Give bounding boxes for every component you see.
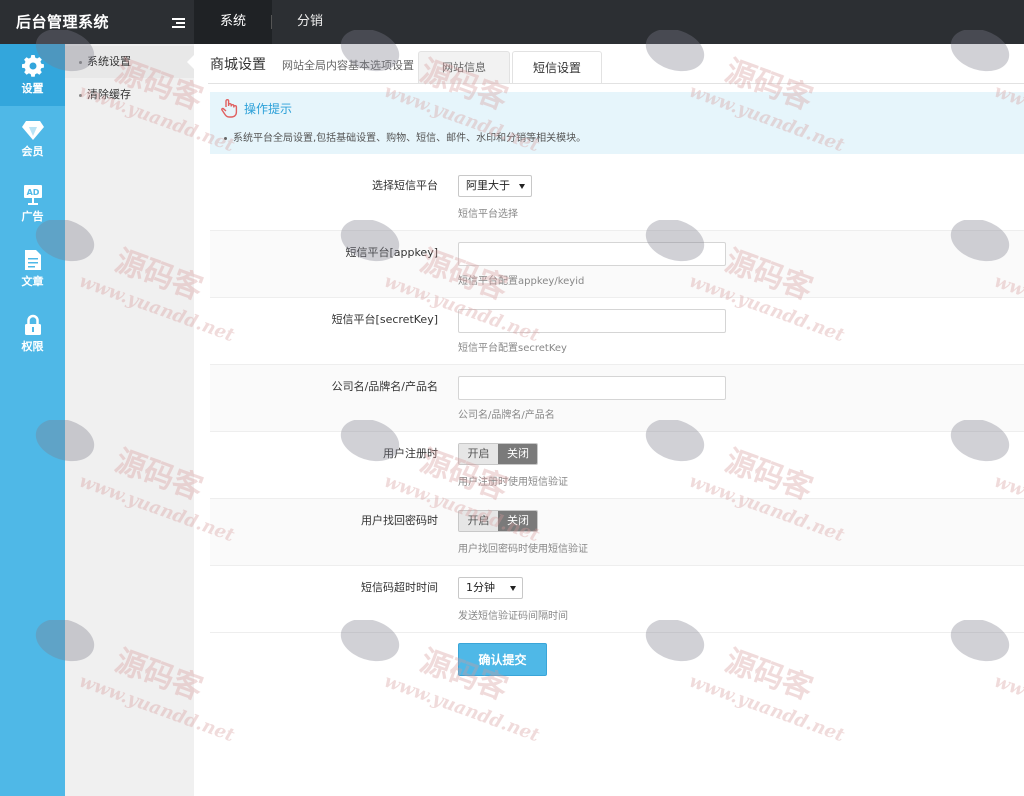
timeout-select-value: 1分钟 (466, 581, 495, 594)
tips-text-line: 系统平台全局设置,包括基础设置、购物、短信、邮件、水印和分销等相关模块。 (224, 129, 586, 144)
recover-help: 用户找回密码时使用短信验证 (458, 544, 588, 555)
sidebar-item-members[interactable]: 会员 (0, 109, 65, 171)
form-row-appkey: 短信平台[appkey] 短信平台配置appkey/keyid (210, 231, 1024, 298)
form-row-register: 用户注册时 开启 关闭 用户注册时使用短信验证 (210, 432, 1024, 499)
bullet-icon (224, 136, 227, 140)
submit-button[interactable]: 确认提交 (458, 643, 547, 676)
sidebar-item-label: 文章 (21, 275, 44, 288)
form-row-company: 公司名/品牌名/产品名 公司名/品牌名/产品名 (210, 365, 1024, 432)
icon-sidebar: 设置 会员 AD 广告 文章 权限 (0, 44, 65, 796)
ad-icon: AD (23, 185, 42, 205)
brand: 后台管理系统 (0, 0, 194, 44)
register-on-button[interactable]: 开启 (459, 444, 498, 464)
sidebar-item-label: 权限 (21, 340, 44, 353)
submenu-item-label: 系统设置 (87, 55, 131, 68)
platform-help: 短信平台选择 (458, 209, 518, 220)
bullet-icon (79, 60, 82, 64)
submenu-item-clear-cache[interactable]: 清除缓存 (65, 79, 194, 111)
diamond-icon (21, 121, 44, 140)
register-help: 用户注册时使用短信验证 (458, 477, 568, 488)
form-row-recover: 用户找回密码时 开启 关闭 用户找回密码时使用短信验证 (210, 499, 1024, 566)
tips-panel: 操作提示 系统平台全局设置,包括基础设置、购物、短信、邮件、水印和分销等相关模块… (210, 92, 1024, 154)
secret-label: 短信平台[secretKey] (331, 313, 438, 326)
app-title: 后台管理系统 (16, 13, 110, 31)
submenu-item-label: 清除缓存 (87, 88, 131, 101)
topnav-system[interactable]: 系统 (194, 0, 272, 44)
sidebar-item-settings[interactable]: 设置 (0, 44, 65, 106)
submenu: 系统设置 清除缓存 (65, 44, 194, 796)
submenu-item-system-settings[interactable]: 系统设置 (65, 46, 194, 78)
lock-icon (24, 314, 41, 335)
tips-title: 操作提示 (244, 102, 293, 116)
chevron-down-icon (519, 184, 525, 189)
sidebar-item-permissions[interactable]: 权限 (0, 304, 65, 366)
company-input[interactable] (458, 376, 726, 400)
form-row-timeout: 短信码超时时间 1分钟 发送短信验证码间隔时间 (210, 566, 1024, 633)
timeout-select[interactable]: 1分钟 (458, 577, 523, 599)
form-row-platform: 选择短信平台 阿里大于 短信平台选择 (210, 164, 1024, 231)
company-label: 公司名/品牌名/产品名 (331, 380, 438, 393)
tab-site-info[interactable]: 网站信息 (418, 51, 510, 83)
form-row-secret: 短信平台[secretKey] 短信平台配置secretKey (210, 298, 1024, 365)
secret-input[interactable] (458, 309, 726, 333)
sidebar-item-label: 广告 (21, 210, 44, 223)
platform-label: 选择短信平台 (372, 179, 438, 192)
tab-sms-settings[interactable]: 短信设置 (512, 51, 602, 84)
page-subtitle: 网站全局内容基本选项设置 (282, 59, 414, 72)
secret-help: 短信平台配置secretKey (458, 343, 567, 354)
register-off-button[interactable]: 关闭 (498, 444, 537, 464)
page-title: 商城设置 (210, 57, 266, 73)
timeout-help: 发送短信验证码间隔时间 (458, 611, 568, 622)
platform-select-value: 阿里大于 (466, 179, 510, 192)
appkey-input[interactable] (458, 242, 726, 266)
chevron-down-icon (510, 586, 516, 591)
sidebar-item-label: 设置 (21, 82, 44, 95)
sidebar-item-ads[interactable]: AD 广告 (0, 174, 65, 236)
tips-text: 系统平台全局设置,包括基础设置、购物、短信、邮件、水印和分销等相关模块。 (233, 133, 587, 144)
bullet-icon (79, 93, 82, 97)
document-icon (24, 250, 41, 270)
recover-label: 用户找回密码时 (361, 514, 438, 527)
recover-on-button[interactable]: 开启 (459, 511, 498, 531)
top-bar: 后台管理系统 系统 分销 (0, 0, 1024, 44)
company-help: 公司名/品牌名/产品名 (458, 410, 555, 421)
sidebar-item-label: 会员 (21, 145, 44, 158)
topnav-distribution[interactable]: 分销 (272, 0, 348, 44)
sidebar-item-articles[interactable]: 文章 (0, 239, 65, 301)
appkey-help: 短信平台配置appkey/keyid (458, 276, 585, 287)
main-content: 商城设置 网站全局内容基本选项设置 网站信息 短信设置 操作提示 系统平台全局设… (194, 44, 1024, 796)
menu-toggle-icon[interactable] (172, 18, 185, 29)
tabs-divider (208, 83, 1024, 84)
register-label: 用户注册时 (383, 447, 438, 460)
platform-select[interactable]: 阿里大于 (458, 175, 532, 197)
register-toggle: 开启 关闭 (458, 443, 538, 465)
hand-pointer-icon (221, 99, 238, 118)
gear-icon (21, 55, 44, 77)
svg-text:AD: AD (26, 188, 39, 197)
recover-toggle: 开启 关闭 (458, 510, 538, 532)
recover-off-button[interactable]: 关闭 (498, 511, 537, 531)
appkey-label: 短信平台[appkey] (345, 246, 438, 259)
timeout-label: 短信码超时时间 (361, 581, 438, 594)
